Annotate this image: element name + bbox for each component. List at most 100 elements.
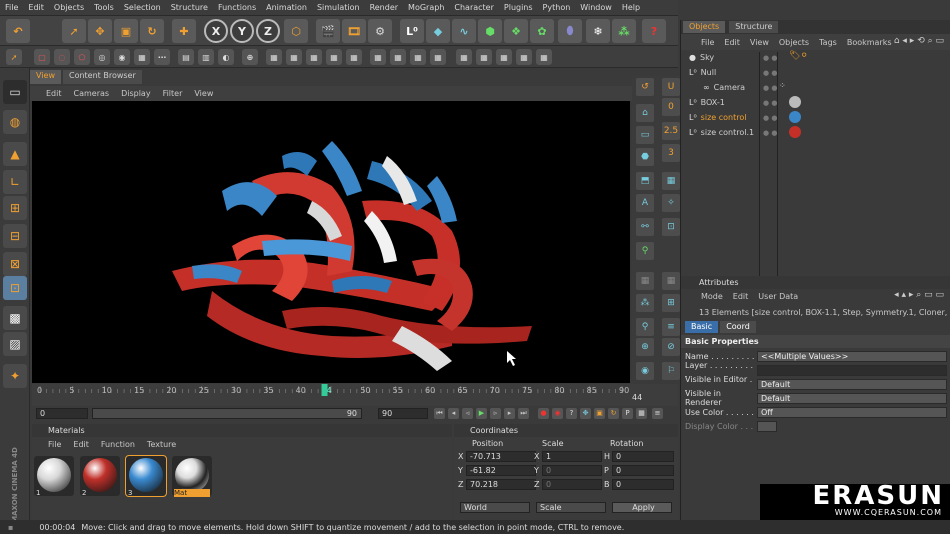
coord-rot-field[interactable]: 0 [612,451,674,462]
model-mode-icon[interactable]: ▲ [3,142,27,166]
timeline-playhead[interactable] [321,384,328,396]
undo-icon[interactable]: ↶ [6,19,30,43]
polygons-mode-icon[interactable]: ⊠ [3,252,27,276]
points-mode-icon[interactable]: ⊞ [3,196,27,220]
right-tool-18-icon[interactable]: ⊞ [662,294,680,312]
right-tool-14-icon[interactable]: ⚲ [636,242,654,260]
grid-tool-1-icon[interactable]: ▦ [266,49,282,65]
right-tool-22-icon[interactable]: ⊘ [662,338,680,356]
spline-icon[interactable]: ∿ [452,19,476,43]
visibility-dots[interactable]: ● ● [763,114,777,122]
key-pla-icon[interactable]: ▦ [636,408,647,419]
render-settings-icon[interactable]: ⚙ [368,19,392,43]
attribute-value[interactable]: Default [757,392,947,404]
grid-tool-12-icon[interactable]: ▦ [496,49,512,65]
range-slider[interactable]: 90 [92,408,362,419]
prev-frame-icon[interactable]: ◃ [462,408,473,419]
3d-viewport[interactable]: ✥ ⬍ ⤢ ▭ [32,101,630,383]
coord-pos-field[interactable]: -70.713 [466,451,536,462]
right-tool-7-icon[interactable]: 3 [662,144,680,162]
right-tool-21-icon[interactable]: ⊕ [636,338,654,356]
coord-scale-field[interactable]: 0 [542,479,602,490]
apply-button[interactable]: Apply [612,502,672,513]
attributes-menu-edit[interactable]: Edit [733,292,749,301]
menu-mograph[interactable]: MoGraph [403,3,449,12]
materials-menu-function[interactable]: Function [101,440,135,449]
menu-window[interactable]: Window [575,3,617,12]
visibility-dots[interactable]: ● ● [763,99,777,107]
material-swatch[interactable]: 3 [125,455,167,497]
attribute-value[interactable] [757,420,777,432]
objects-nav-icons[interactable]: ⌂ ◂ ▸ ⟲ ⌕ ▭ [894,36,944,46]
coord-rot-field[interactable]: 0 [612,479,674,490]
right-tool-2-icon[interactable]: ⌂ [636,104,654,122]
menu-render[interactable]: Render [365,3,403,12]
mograph-effector-icon[interactable]: ⁂ [612,19,636,43]
loop-selection-icon[interactable]: ◎ [94,49,110,65]
tab-view[interactable]: View [30,70,61,84]
grid-tool-4-icon[interactable]: ▦ [326,49,342,65]
material-swatch[interactable]: 1 [34,456,74,497]
goto-end-icon[interactable]: ⏭ [518,408,529,419]
rect-selection-icon[interactable]: ▢ [34,49,50,65]
grid-tool-2-icon[interactable]: ▦ [286,49,302,65]
make-editable-icon[interactable]: ◍ [3,110,27,134]
menu-tools[interactable]: Tools [89,3,119,12]
objects-menu-edit[interactable]: Edit [724,38,740,47]
object-row[interactable]: L⁰ Null [681,65,761,79]
path-selection-icon[interactable]: ⋯ [154,49,170,65]
tab-coord[interactable]: Coord [720,321,756,333]
right-tool-20-icon[interactable]: ≡ [662,318,680,336]
coord-mode-world[interactable]: World [460,502,530,513]
viewport-menu-filter[interactable]: Filter [163,89,183,98]
tab-structure[interactable]: Structure [729,21,779,33]
object-row[interactable]: L⁰ size control.1 [681,125,761,139]
viewport-menu-edit[interactable]: Edit [46,89,62,98]
material-tag-icon[interactable] [789,126,801,138]
object-row[interactable]: L⁰ BOX-1 [681,95,761,109]
menu-edit[interactable]: Edit [23,3,49,12]
visibility-dots[interactable]: ● ● [763,84,777,92]
deselect-icon[interactable]: ▥ [198,49,214,65]
next-frame-icon[interactable]: ▹ [490,408,501,419]
autokey-icon[interactable]: ◉ [552,408,563,419]
attribute-value[interactable]: <<Multiple Values>> [757,350,947,362]
objects-menu-tags[interactable]: Tags [819,38,837,47]
viewport-menu-display[interactable]: Display [121,89,151,98]
right-tool-19-icon[interactable]: ⚲ [636,318,654,336]
end-frame-field[interactable]: 90 [378,408,428,419]
attributes-menu-user-data[interactable]: User Data [758,292,798,301]
menu-python[interactable]: Python [538,3,576,12]
key-position-icon[interactable]: ✥ [580,408,591,419]
keyframe-selection-icon[interactable]: ? [566,408,577,419]
coord-pos-field[interactable]: 70.218 [466,479,536,490]
y-axis-toggle[interactable]: Y [230,19,254,43]
right-tool-4-icon[interactable]: ▭ [636,126,654,144]
select-tool-icon[interactable]: ➚ [62,19,86,43]
environment-icon[interactable]: ❄ [586,19,610,43]
coord-rot-field[interactable]: 0 [612,465,674,476]
attribute-value[interactable]: Default [757,378,947,390]
object-axis-icon[interactable]: ∟ [3,170,27,194]
lasso-selection-icon[interactable]: ◌ [54,49,70,65]
right-tool-12-icon[interactable]: ⚯ [636,218,654,236]
coordinate-system-icon[interactable]: ⬡ [284,19,308,43]
menu-selection[interactable]: Selection [119,3,166,12]
null-object-icon[interactable]: L⁰ [400,19,424,43]
select-all-icon[interactable]: ▤ [178,49,194,65]
right-tool-24-icon[interactable]: ⚐ [662,362,680,380]
attributes-menu-mode[interactable]: Mode [701,292,723,301]
grid-tool-13-icon[interactable]: ▦ [516,49,532,65]
menu-help[interactable]: Help [617,3,645,12]
coord-scale-field[interactable]: 0 [542,465,602,476]
right-tool-10-icon[interactable]: A [636,194,654,212]
right-tool-8-icon[interactable]: ⬒ [636,172,654,190]
grid-tool-7-icon[interactable]: ▦ [390,49,406,65]
key-rotation-icon[interactable]: ↻ [608,408,619,419]
next-key-icon[interactable]: ▸ [504,408,515,419]
move-tool-icon[interactable]: ✥ [88,19,112,43]
right-tool-17-icon[interactable]: ⁂ [636,294,654,312]
right-tool-1-icon[interactable]: U [662,78,680,96]
menu-objects[interactable]: Objects [49,3,89,12]
grid-tool-5-icon[interactable]: ▦ [346,49,362,65]
